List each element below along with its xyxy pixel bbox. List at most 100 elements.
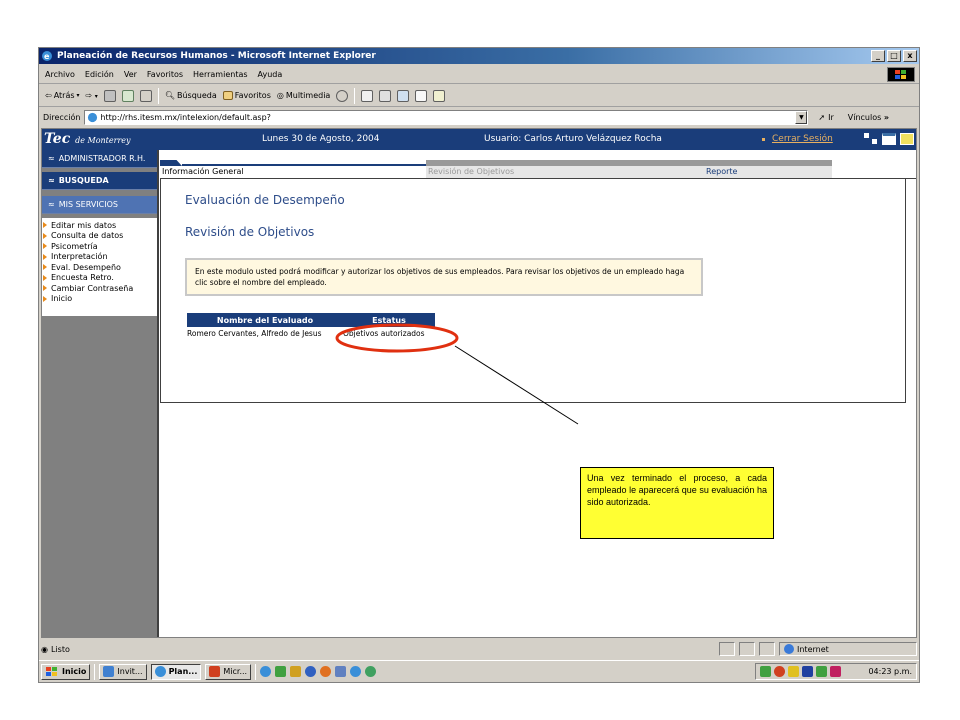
sidebar-item-label: Editar mis datos [51, 220, 117, 230]
chevron-up-icon: ≈ [48, 154, 55, 163]
status-text: Listo [50, 644, 70, 654]
sidebar-item-label: Inicio [51, 294, 73, 304]
taskbar-separator [94, 663, 96, 680]
sidebar-admin-button[interactable]: ≈ ADMINISTRADOR R.H. [42, 150, 157, 168]
sidebar-my-services-button[interactable]: ≈ MIS SERVICIOS [42, 196, 157, 214]
taskbar-separator [255, 663, 257, 680]
address-bar: Dirección http://rhs.itesm.mx/intelexion… [39, 108, 919, 126]
web-page: Tec de Monterrey Lunes 30 de Agosto, 200… [41, 128, 917, 638]
forward-button[interactable]: ⇨ ▾ [86, 91, 98, 100]
multimedia-icon: ◎ [276, 91, 284, 100]
quicklaunch-icon[interactable] [305, 666, 317, 677]
chevron-down-icon: ≈ [48, 200, 55, 209]
menu-favoritos[interactable]: Favoritos [147, 70, 183, 79]
window-icon[interactable] [882, 133, 896, 145]
close-button[interactable]: x [903, 50, 917, 62]
sidebar-item-label: Cambiar Contraseña [51, 283, 134, 293]
quicklaunch-icon[interactable] [320, 666, 332, 677]
discuss-icon[interactable] [415, 89, 428, 102]
home-icon[interactable] [139, 89, 152, 102]
mail-icon[interactable] [361, 89, 374, 102]
sidebar-item-interpretation[interactable]: Interpretación [42, 252, 157, 263]
back-label: Atrás [53, 91, 75, 100]
exit-icon[interactable] [900, 133, 914, 145]
tab-general-info[interactable]: Información General [160, 160, 426, 178]
messenger-icon[interactable] [433, 89, 446, 102]
quicklaunch-icon[interactable] [350, 666, 362, 677]
quicklaunch-icon[interactable] [365, 666, 377, 677]
history-icon[interactable] [336, 89, 349, 102]
address-dropdown-button[interactable]: ▼ [795, 110, 808, 124]
chevron-down-icon: ▾ [94, 93, 98, 100]
links-button[interactable]: Vínculos » [848, 113, 889, 122]
page-title: Evaluación de Desempeño [185, 193, 345, 207]
favorites-button[interactable]: Favoritos [222, 91, 271, 100]
search-icon: 🔍︎ [164, 91, 175, 100]
tray-icon[interactable] [788, 666, 799, 677]
start-button[interactable]: Inicio [41, 663, 91, 680]
table-header: Nombre del Evaluado Estatus [187, 313, 443, 327]
address-input[interactable]: http://rhs.itesm.mx/intelexion/default.a… [84, 109, 809, 125]
quicklaunch-icon[interactable] [290, 666, 302, 677]
ie-quicklaunch-icon[interactable] [260, 666, 272, 677]
print-icon[interactable] [379, 89, 392, 102]
employee-status: Objetivos autorizados [343, 328, 425, 338]
back-button[interactable]: ⇦ Atrás ▾ [45, 91, 80, 100]
task-label: Micr... [223, 667, 248, 676]
sidebar-item-query-data[interactable]: Consulta de datos [42, 231, 157, 242]
toolbar: ⇦ Atrás ▾ ⇨ ▾ 🔍︎ Búsqueda Favoritos ◎ Mu… [39, 85, 919, 107]
sidebar-item-survey[interactable]: Encuesta Retro. [42, 273, 157, 284]
sidebar-item-label: Interpretación [51, 252, 108, 262]
tray-icon[interactable] [816, 666, 827, 677]
menu-ayuda[interactable]: Ayuda [258, 70, 283, 79]
tab-report[interactable]: Reporte [704, 160, 832, 178]
menu-archivo[interactable]: Archivo [45, 70, 75, 79]
arrow-right-icon [43, 222, 47, 229]
task-microsoft[interactable]: Micr... [205, 663, 252, 680]
system-tray: 04:23 p.m. [755, 663, 917, 680]
menu-herramientas[interactable]: Herramientas [193, 70, 248, 79]
go-button[interactable]: ➚ Ir [818, 113, 833, 122]
column-header-name[interactable]: Nombre del Evaluado [187, 313, 343, 327]
sidebar-item-edit-data[interactable]: Editar mis datos [42, 220, 157, 231]
sidebar-item-performance-eval[interactable]: Eval. Desempeño [42, 262, 157, 273]
tab-objectives-review[interactable]: Revisión de Objetivos [426, 160, 704, 178]
task-planeacion[interactable]: Plan... [150, 663, 202, 680]
stop-icon[interactable] [103, 89, 116, 102]
links-label: Vínculos [847, 112, 882, 122]
brand-subtext: de Monterrey [75, 136, 131, 145]
table-row[interactable]: Romero Cervantes, Alfredo de Jesus Objet… [187, 327, 443, 339]
minimize-button[interactable]: _ [871, 50, 885, 62]
column-header-status[interactable]: Estatus [343, 313, 435, 327]
logout-link[interactable]: Cerrar Sesión [772, 134, 833, 144]
sidebar-item-psychometry[interactable]: Psicometría [42, 241, 157, 252]
status-cell [739, 642, 755, 656]
sidebar-item-change-password[interactable]: Cambiar Contraseña [42, 283, 157, 294]
sidebar-search-button[interactable]: ≈ BUSQUEDA [42, 172, 157, 190]
tray-icon[interactable] [802, 666, 813, 677]
maximize-button[interactable]: □ [887, 50, 901, 62]
refresh-icon[interactable] [121, 89, 134, 102]
menu-ver[interactable]: Ver [124, 70, 137, 79]
employees-table: Nombre del Evaluado Estatus Romero Cerva… [187, 313, 443, 339]
arrow-right-icon [43, 243, 47, 250]
task-invitation[interactable]: Invit... [99, 663, 147, 680]
tab-ear [160, 160, 182, 166]
site-logo[interactable]: Tec de Monterrey [44, 131, 131, 147]
tray-icon[interactable] [760, 666, 771, 677]
employee-name-link[interactable]: Romero Cervantes, Alfredo de Jesus [187, 329, 343, 338]
search-button[interactable]: 🔍︎ Búsqueda [165, 91, 217, 100]
edit-icon[interactable] [397, 89, 410, 102]
window-title: Planeación de Recursos Humanos - Microso… [57, 51, 376, 61]
quicklaunch-icon[interactable] [335, 666, 347, 677]
sidebar-my-services-label: MIS SERVICIOS [58, 200, 118, 209]
sidebar-item-home[interactable]: Inicio [42, 294, 157, 305]
tray-icon[interactable] [830, 666, 841, 677]
network-icon[interactable] [864, 133, 878, 145]
multimedia-button[interactable]: ◎ Multimedia [277, 91, 330, 100]
quicklaunch-icon[interactable] [275, 666, 287, 677]
ie-icon [154, 666, 166, 677]
menu-edicion[interactable]: Edición [85, 70, 114, 79]
tray-icon[interactable] [774, 666, 785, 677]
chevron-up-icon: ≈ [48, 176, 55, 185]
